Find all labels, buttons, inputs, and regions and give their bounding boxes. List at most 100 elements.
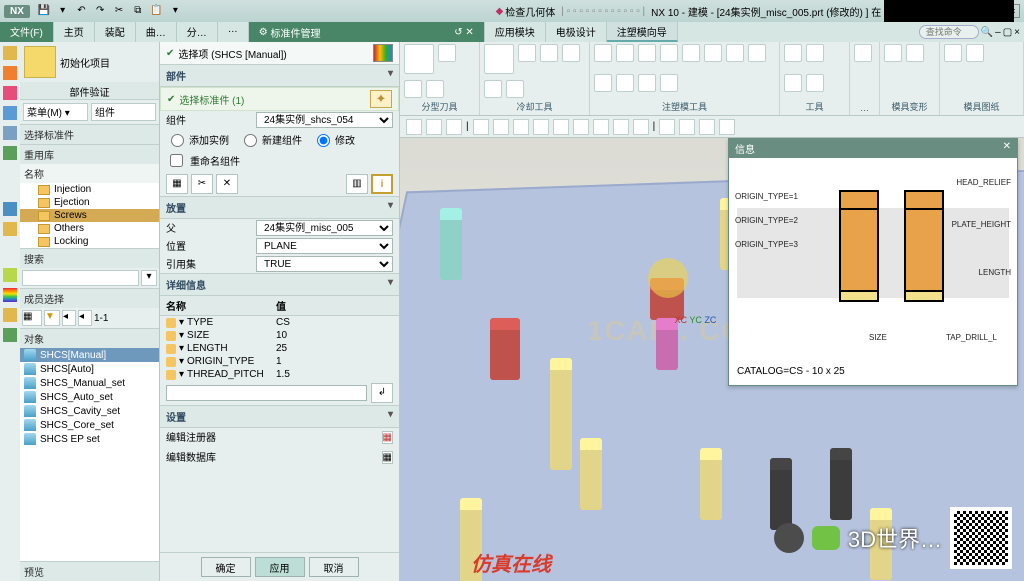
redo-icon[interactable]: ↷ (93, 4, 107, 18)
table-row[interactable]: ▾ LENGTH25 (160, 342, 399, 355)
tree-item-screws[interactable]: Screws (20, 209, 159, 222)
view-grid-icon[interactable]: ▦ (22, 310, 42, 326)
preview-header[interactable]: 预览 (20, 562, 159, 581)
tab-assembly[interactable]: 装配 (95, 22, 136, 42)
ribbon-icon[interactable] (806, 74, 824, 92)
list-item[interactable]: SHCS_Cavity_set (20, 404, 159, 418)
rail-icon-2[interactable] (3, 66, 17, 80)
ribbon-icon[interactable] (726, 44, 744, 62)
table-row[interactable]: ▾ ORIGIN_TYPE1 (160, 355, 399, 368)
view-icon[interactable] (553, 119, 569, 135)
rail-rainbow-icon[interactable] (3, 288, 17, 302)
section-placement[interactable]: 放置 (160, 196, 399, 219)
ribbon-icon[interactable] (506, 80, 524, 98)
object-list[interactable]: SHCS[Manual] SHCS[Auto] SHCS_Manual_set … (20, 348, 159, 561)
tool-btn-4[interactable]: ▥ (346, 174, 368, 194)
tab-electrode[interactable]: 电极设计 (546, 22, 607, 42)
ribbon-icon[interactable] (562, 44, 580, 62)
detail-value-input[interactable] (166, 385, 367, 401)
reuse-tree[interactable]: Injection Ejection Screws Others Locking (20, 183, 159, 248)
cancel-button[interactable]: 取消 (309, 557, 359, 577)
ribbon-icon[interactable] (682, 44, 700, 62)
rail-icon-8[interactable] (3, 222, 17, 236)
ribbon-icon[interactable] (616, 74, 634, 92)
ribbon-icon[interactable] (906, 44, 924, 62)
inner-minimize-button[interactable]: – (995, 27, 1001, 38)
list-item[interactable]: SHCS EP set (20, 432, 159, 446)
ribbon-icon[interactable] (426, 80, 444, 98)
list-item[interactable]: SHCS[Manual] (20, 348, 159, 362)
ribbon-icon[interactable] (944, 44, 962, 62)
tree-item-others[interactable]: Others (20, 222, 159, 235)
table-row[interactable]: ▾ TYPECS (160, 316, 399, 329)
search-dropdown-icon[interactable]: ▾ (141, 270, 157, 286)
ribbon-icon[interactable] (594, 74, 612, 92)
list-item[interactable]: SHCS[Auto] (20, 362, 159, 376)
view-icon[interactable] (533, 119, 549, 135)
save-icon[interactable]: 💾 (37, 4, 51, 18)
radio-add-instance[interactable]: 添加实例 (166, 131, 229, 147)
component-select[interactable]: 24集实例_shcs_054 (256, 112, 393, 128)
tool-btn-2[interactable]: ✂ (191, 174, 213, 194)
inner-close-button[interactable]: × (1014, 27, 1020, 38)
tree-item-ejection[interactable]: Ejection (20, 196, 159, 209)
graphics-viewport[interactable]: 分型刀具 冷却工具 注塑模工具 工具 … 模具变形 (400, 42, 1024, 581)
view-icon[interactable] (426, 119, 442, 135)
ribbon-icon[interactable] (660, 74, 678, 92)
view-icon[interactable] (679, 119, 695, 135)
undo-icon[interactable]: ↶ (74, 4, 88, 18)
refset-select[interactable]: TRUE (256, 256, 393, 272)
rail-icon-11[interactable] (3, 328, 17, 342)
rail-icon-5[interactable] (3, 126, 17, 140)
select-standard-row[interactable]: ✔ 选择标准件 (1) ✦ (160, 87, 399, 111)
view-icon[interactable] (513, 119, 529, 135)
ribbon-icon[interactable] (404, 44, 434, 74)
page-first-icon[interactable]: ◂ (62, 310, 76, 326)
list-item[interactable]: SHCS_Auto_set (20, 390, 159, 404)
member-select-header[interactable]: 成员选择 (20, 289, 159, 308)
apply-button[interactable]: 应用 (255, 557, 305, 577)
edit-database-button[interactable]: ▦ (382, 451, 393, 464)
tab-analysis[interactable]: 分… (177, 22, 218, 42)
inner-restore-button[interactable]: ▢ (1003, 27, 1012, 38)
view-icon[interactable] (633, 119, 649, 135)
section-detail[interactable]: 详细信息 (160, 273, 399, 296)
ribbon-icon[interactable] (616, 44, 634, 62)
tab-app-module[interactable]: 应用模块 (485, 22, 546, 42)
detail-apply-icon[interactable]: ↲ (371, 383, 393, 403)
tab-mold-wizard[interactable]: 注塑模向导 (607, 22, 678, 42)
command-search-input[interactable] (919, 25, 979, 39)
view-icon[interactable] (593, 119, 609, 135)
ribbon-icon[interactable] (704, 44, 722, 62)
ribbon-icon[interactable] (540, 44, 558, 62)
radio-modify[interactable]: 修改 (312, 131, 355, 147)
select-arrow-icon[interactable]: ✦ (370, 90, 392, 108)
dialog-reset-icon[interactable]: ↺ (454, 27, 462, 38)
view-icon[interactable] (613, 119, 629, 135)
rail-icon-10[interactable] (3, 308, 17, 322)
tree-item-locking[interactable]: Locking (20, 235, 159, 248)
edit-register-button[interactable]: ▦ (382, 431, 393, 444)
copy-icon[interactable]: ⧉ (131, 4, 145, 18)
ok-button[interactable]: 确定 (201, 557, 251, 577)
ribbon-icon[interactable] (438, 44, 456, 62)
tool-btn-3[interactable]: ✕ (216, 174, 238, 194)
section-settings[interactable]: 设置 (160, 405, 399, 428)
ribbon-icon[interactable] (518, 44, 536, 62)
table-row[interactable]: ▾ THREAD_PITCH1.5 (160, 368, 399, 381)
more-icon[interactable]: ▾ (168, 4, 182, 18)
library-icon[interactable] (373, 44, 393, 62)
parent-select[interactable]: 24集实例_misc_005 (256, 220, 393, 236)
cut-icon[interactable]: ✂ (112, 4, 126, 18)
radio-new-component[interactable]: 新建组件 (239, 131, 302, 147)
info-close-icon[interactable]: ✕ (1003, 141, 1011, 156)
view-icon[interactable] (473, 119, 489, 135)
ribbon-icon[interactable] (484, 44, 514, 74)
search-icon[interactable]: 🔍 (981, 27, 993, 38)
ribbon-icon[interactable] (884, 44, 902, 62)
rail-icon-7[interactable] (3, 202, 17, 216)
ribbon-icon[interactable] (748, 44, 766, 62)
tab-more[interactable]: … (218, 22, 249, 42)
tool-btn-1[interactable]: ▦ (166, 174, 188, 194)
page-prev-icon[interactable]: ◂ (78, 310, 92, 326)
